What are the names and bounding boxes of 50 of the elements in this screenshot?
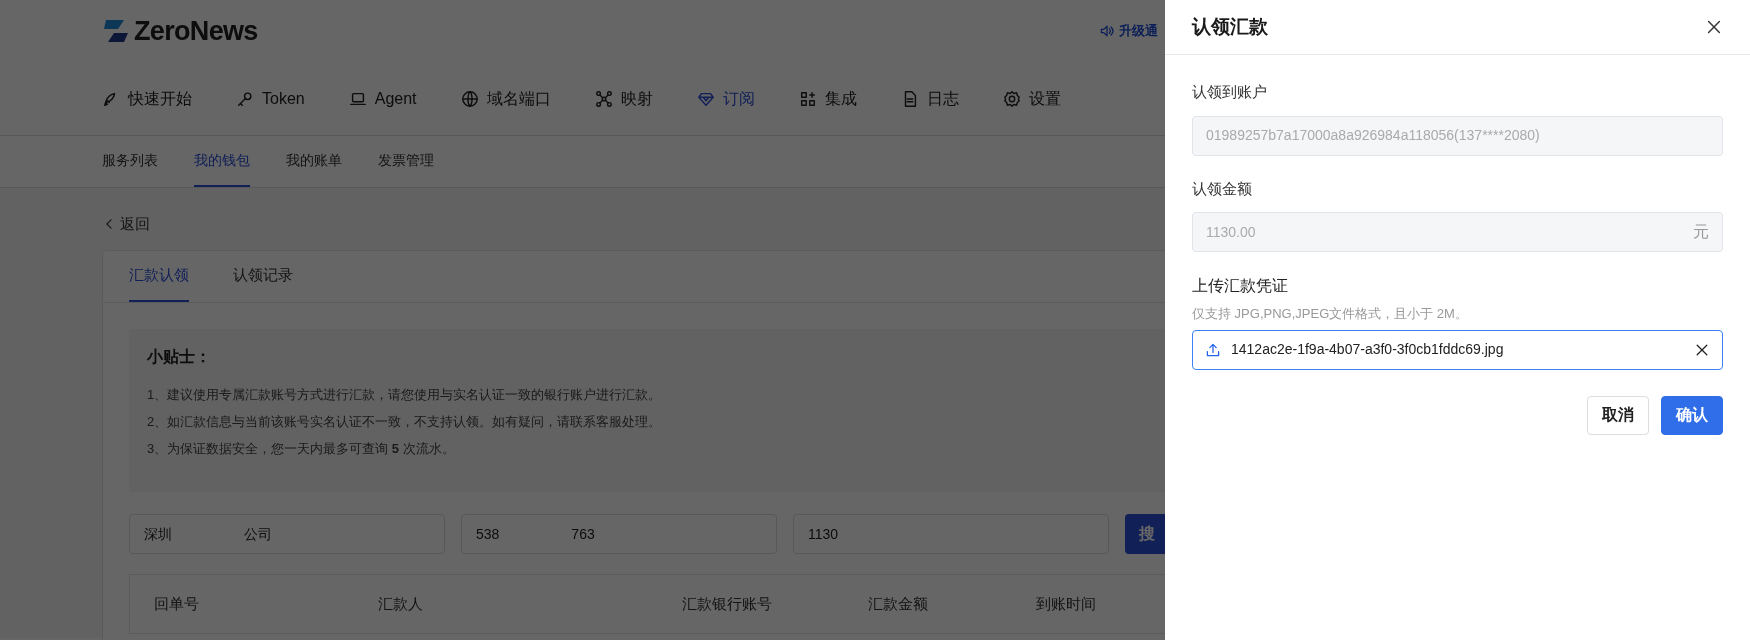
field-text: 763	[571, 524, 595, 544]
field-text: 1130	[808, 524, 839, 544]
nav-tab[interactable]: Token	[236, 86, 305, 111]
column-header: 汇款人	[378, 594, 423, 612]
hint-text: 仅支持 JPG,PNG,JPEG文件格式，且小于 2M。	[1192, 305, 1469, 323]
speaker-icon	[1099, 23, 1115, 39]
column-header: 回单号	[154, 594, 199, 612]
sub-tab[interactable]: 服务列表	[102, 136, 158, 187]
field-label: 认领到账户	[1192, 82, 1268, 102]
nav-tab[interactable]: 设置	[1002, 86, 1061, 111]
nav-tab[interactable]: 订阅	[696, 86, 755, 111]
grid-icon	[798, 89, 817, 108]
close-button[interactable]	[1705, 18, 1723, 36]
column-header: 到账时间	[1036, 594, 1096, 612]
notice-link[interactable]: 升级通	[1099, 21, 1158, 41]
nav-tab[interactable]: Agent	[348, 86, 417, 111]
field-text: 深圳	[144, 524, 172, 544]
column-header: 汇款金额	[868, 594, 928, 612]
globe-icon	[460, 89, 479, 108]
field-label: 上传汇款凭证	[1192, 276, 1289, 296]
close-icon	[1705, 18, 1723, 36]
nodes-icon	[594, 89, 613, 108]
nav-tab[interactable]: 日志	[900, 86, 959, 111]
input-field[interactable]: 01989257b7a17000a8a926984a118056(137****2080)	[1192, 115, 1723, 156]
upload-field[interactable]: 1412ac2e-1f9a-4b07-a3f0-3f0cb1fddc69.jpg	[1192, 329, 1723, 370]
key-icon	[236, 89, 254, 108]
logo-text: ZeroNews	[134, 14, 258, 48]
field-text: 公司	[244, 524, 272, 544]
sub-tab[interactable]: 发票管理	[378, 136, 434, 187]
card-tab[interactable]: 认领记录	[233, 251, 293, 302]
sub-tab[interactable]: 我的账单	[286, 136, 342, 187]
settings-icon	[1002, 89, 1021, 108]
drawer-title: 认领汇款	[1192, 14, 1268, 39]
tips-title: 小贴士：	[147, 347, 211, 367]
search-field[interactable]: 1130	[793, 514, 1109, 554]
field-label: 认领金额	[1192, 178, 1253, 199]
nav-tab[interactable]: 集成	[798, 86, 857, 111]
field-text: 538	[476, 524, 500, 544]
logo-icon	[102, 18, 130, 44]
input-field[interactable]: 1130.00 元	[1192, 212, 1723, 252]
nav-tab[interactable]: 快速开始	[102, 86, 192, 111]
column-header: 汇款银行账号	[682, 594, 772, 612]
nav-tab[interactable]: 映射	[594, 86, 653, 111]
search-field[interactable]: 538 763	[461, 514, 777, 554]
upload-icon	[1205, 341, 1221, 358]
cancel-button[interactable]: 取消	[1587, 395, 1649, 435]
confirm-button[interactable]: 确认	[1661, 395, 1723, 435]
nav-tab[interactable]: 域名端口	[460, 86, 551, 111]
search-field[interactable]: 深圳 公司	[129, 514, 445, 554]
card-tab[interactable]: 汇款认领	[129, 251, 189, 302]
